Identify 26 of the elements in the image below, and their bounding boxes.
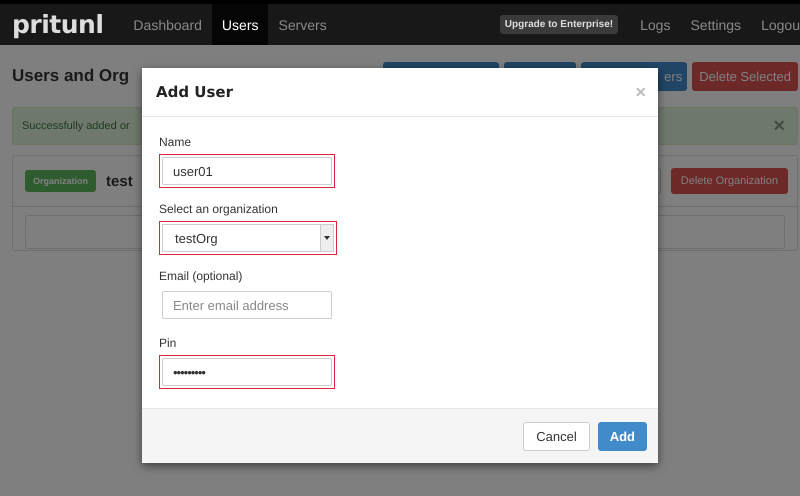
logo[interactable]: pritunl [0,10,124,39]
field-label: Name [159,135,192,149]
toolbar-button[interactable]: Delete Selected [692,62,798,90]
nav-link[interactable]: Servers [268,4,337,45]
input-field[interactable]: user01 [162,157,332,185]
organization-name: test [106,172,134,190]
nav-link[interactable]: Users [212,4,268,45]
alert-text: Successfully added or [22,120,130,132]
caret-icon [324,236,330,240]
field-label: Select an organization [159,202,279,216]
pin-field[interactable]: ••••••••• [162,358,332,386]
field-label: Pin [159,336,178,350]
input-field[interactable]: Enter email address [162,291,332,319]
dialog-button[interactable]: Cancel [523,422,590,450]
upgrade-badge[interactable]: Upgrade to Enterprise! [500,15,618,34]
nav-link[interactable]: Settings [680,4,752,45]
nav-link[interactable]: Logs [630,4,680,45]
organization-select[interactable]: testOrg [162,224,334,252]
dialog-button[interactable]: Add [598,422,647,450]
dialog-title: Add User [156,83,233,101]
delete-organization-button[interactable]: Delete Organization [670,168,788,194]
organization-badge: Organization [25,170,96,192]
nav-link[interactable]: Dashboard [123,4,212,45]
nav-link[interactable]: Logou [751,4,800,45]
page-title: Users and Org [12,66,130,86]
field-label: Email (optional) [159,269,244,283]
